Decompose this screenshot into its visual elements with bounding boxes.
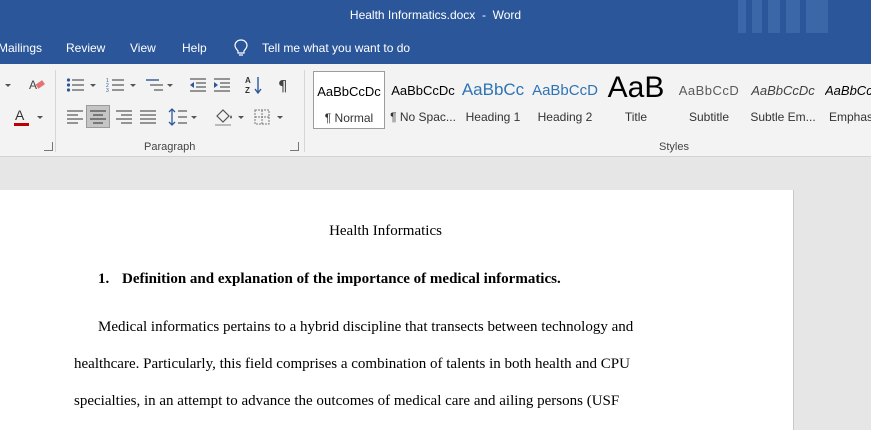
- chevron-down-icon[interactable]: [37, 116, 43, 119]
- paragraph-line[interactable]: specialties, in an attempt to advance th…: [74, 393, 619, 410]
- svg-text:A: A: [245, 76, 251, 85]
- lightbulb-icon[interactable]: [234, 39, 248, 57]
- style-subtitle[interactable]: AaBbCcD Subtitle: [675, 71, 743, 129]
- style-name: ¶ No Spac...: [390, 110, 456, 124]
- style-no-spacing[interactable]: AaBbCcDc ¶ No Spac...: [387, 71, 459, 129]
- tab-mailings[interactable]: Mailings: [0, 41, 42, 55]
- svg-text:3: 3: [106, 88, 109, 93]
- borders-icon[interactable]: [254, 109, 270, 125]
- svg-text:A: A: [15, 107, 25, 123]
- chevron-down-icon[interactable]: [5, 84, 11, 87]
- style-name: Emphas: [829, 110, 871, 124]
- chevron-down-icon[interactable]: [90, 84, 96, 87]
- paragraph-line[interactable]: Medical informatics pertains to a hybrid…: [98, 319, 633, 336]
- style-name: Heading 1: [465, 110, 521, 124]
- align-right-icon[interactable]: [115, 110, 133, 124]
- svg-text:A: A: [29, 78, 37, 92]
- document-page[interactable]: Health Informatics 1. Definition and expl…: [0, 190, 794, 430]
- document-canvas: Health Informatics 1. Definition and expl…: [0, 157, 871, 430]
- document-name: Health Informatics.docx: [349, 8, 476, 22]
- bullets-icon[interactable]: [66, 77, 86, 93]
- chevron-down-icon[interactable]: [277, 116, 283, 119]
- chevron-down-icon[interactable]: [130, 84, 136, 87]
- shading-icon[interactable]: [213, 107, 235, 127]
- paragraph-line[interactable]: healthcare. Particularly, this field com…: [74, 356, 630, 373]
- style-heading-1[interactable]: AaBbCc Heading 1: [459, 71, 527, 129]
- tab-help[interactable]: Help: [182, 41, 207, 55]
- styles-group-label: Styles: [659, 141, 689, 153]
- chevron-down-icon[interactable]: [238, 116, 244, 119]
- title-separator: -: [481, 8, 486, 22]
- app-name: Word: [492, 8, 522, 22]
- group-divider: [55, 70, 56, 152]
- style-name: Title: [624, 110, 648, 124]
- justify-icon[interactable]: [139, 110, 157, 124]
- style-name: Heading 2: [537, 110, 593, 124]
- style-sample: AaBbCc: [461, 80, 525, 99]
- chevron-down-icon[interactable]: [167, 84, 173, 87]
- tab-review[interactable]: Review: [66, 41, 105, 55]
- font-dialog-launcher-icon[interactable]: [44, 142, 53, 151]
- section-heading[interactable]: 1. Definition and explanation of the impo…: [98, 271, 561, 288]
- line-spacing-icon[interactable]: [168, 108, 188, 126]
- tab-view[interactable]: View: [130, 41, 156, 55]
- heading-text: Definition and explanation of the import…: [122, 271, 561, 287]
- style-sample: AaBbCcDc: [317, 84, 381, 99]
- style-name: Subtle Em...: [750, 110, 816, 124]
- svg-text:¶: ¶: [278, 77, 288, 93]
- group-divider: [304, 70, 305, 152]
- style-subtle-emphasis[interactable]: AaBbCcDc Subtle Em...: [747, 71, 819, 129]
- clear-formatting-icon[interactable]: A: [28, 76, 46, 94]
- style-sample: AaBbCcD: [532, 82, 598, 99]
- align-center-icon: [90, 110, 106, 124]
- ribbon-tabs: Mailings Review View Help Tell me what y…: [0, 33, 871, 64]
- chevron-down-icon[interactable]: [191, 116, 197, 119]
- numbering-icon[interactable]: 123: [106, 77, 126, 93]
- style-sample: AaBbCcD: [678, 83, 740, 98]
- style-sample: AaBbCcDc: [391, 83, 455, 98]
- decrease-indent-icon[interactable]: [189, 77, 207, 93]
- style-sample: AaBbCcDc: [751, 83, 815, 98]
- style-title[interactable]: AaB Title: [601, 71, 671, 129]
- title-bar: Health Informatics.docx - Word: [0, 0, 871, 33]
- font-color-icon[interactable]: A: [12, 106, 32, 128]
- style-sample: AaBbCcDc: [825, 83, 871, 98]
- tell-me-search[interactable]: Tell me what you want to do: [262, 41, 410, 55]
- style-name: ¶ Normal: [324, 111, 374, 125]
- paragraph-group-label: Paragraph: [144, 141, 196, 153]
- document-title[interactable]: Health Informatics: [0, 223, 771, 240]
- style-name: Subtitle: [688, 110, 730, 124]
- align-center-button[interactable]: [86, 105, 110, 128]
- style-sample: AaB: [607, 71, 665, 104]
- align-left-icon[interactable]: [66, 110, 84, 124]
- ribbon: A A 123 A Z ¶ Paragraph AaBbCcDc ¶ Norma…: [0, 64, 871, 157]
- style-heading-2[interactable]: AaBbCcD Heading 2: [531, 71, 599, 129]
- heading-number: 1.: [98, 271, 110, 287]
- style-normal[interactable]: AaBbCcDc ¶ Normal: [313, 71, 385, 129]
- svg-text:Z: Z: [245, 86, 250, 95]
- styles-gallery: AaBbCcDc ¶ Normal AaBbCcDc ¶ No Spac... …: [313, 71, 871, 129]
- increase-indent-icon[interactable]: [213, 77, 231, 93]
- multilevel-list-icon[interactable]: [145, 77, 165, 93]
- sort-icon[interactable]: A Z: [245, 75, 263, 95]
- style-emphasis[interactable]: AaBbCcDc Emphas: [821, 71, 871, 129]
- paragraph-dialog-launcher-icon[interactable]: [290, 142, 299, 151]
- pilcrow-icon[interactable]: ¶: [277, 77, 291, 93]
- window-title: Health Informatics.docx - Word: [0, 8, 871, 22]
